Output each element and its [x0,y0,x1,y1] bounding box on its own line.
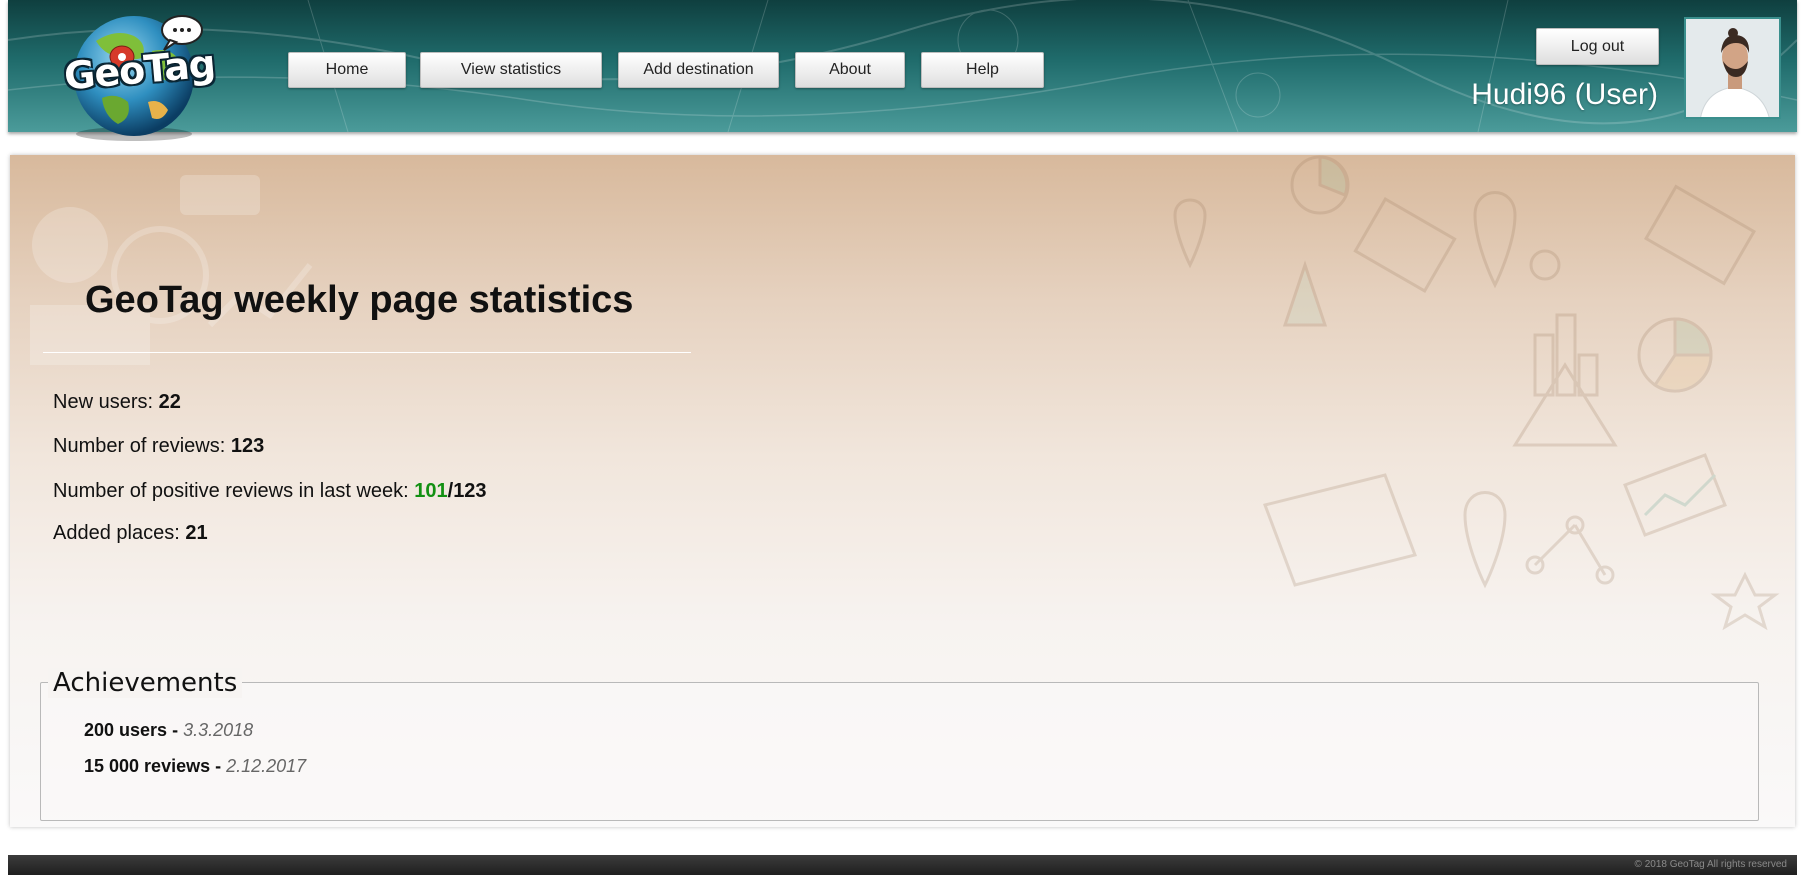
nav-view-statistics-button[interactable]: View statistics [420,52,602,88]
achievement-title: 15 000 reviews - [84,756,227,776]
stat-positive-value: 101 [414,480,448,502]
user-photo-icon [1686,19,1779,117]
stat-positive-reviews: Number of positive reviews in last week:… [53,480,487,503]
achievement-item: 200 users - 3.3.2018 [84,720,253,741]
achievements-legend: Achievements [48,668,243,698]
stat-new-users-value: 22 [158,391,181,413]
footer-copyright: © 2018 GeoTag All rights reserved [1634,859,1787,870]
nav-home-button[interactable]: Home [288,52,406,88]
stat-positive-total: 123 [453,480,487,502]
achievement-date: 2.12.2017 [226,756,307,776]
statistics-panel: GeoTag weekly page statistics New users:… [10,155,1795,827]
avatar[interactable] [1684,17,1781,119]
achievement-date: 3.3.2018 [183,720,254,740]
stat-reviews: Number of reviews: 123 [53,435,264,458]
stat-new-users-label: New users: [53,391,159,413]
stat-new-users: New users: 22 [53,391,181,414]
achievement-item: 15 000 reviews - 2.12.2017 [84,756,306,777]
stat-reviews-label: Number of reviews: [53,435,231,457]
achievement-title: 200 users - [84,720,184,740]
stat-added-places: Added places: 21 [53,522,208,545]
title-divider [43,352,691,353]
stat-places-value: 21 [185,522,208,544]
stat-places-label: Added places: [53,522,186,544]
user-display-name: Hudi96 (User) [1471,78,1658,111]
nav-help-button[interactable]: Help [921,52,1044,88]
page-title: GeoTag weekly page statistics [85,279,634,321]
footer: © 2018 GeoTag All rights reserved [8,855,1797,875]
decorative-charts-icon [30,175,313,365]
stat-reviews-value: 123 [230,435,265,457]
nav-add-destination-button[interactable]: Add destination [618,52,779,88]
decorative-infographic-icon [1173,155,1780,631]
nav-about-button[interactable]: About [795,52,905,88]
achievements-fieldset [40,682,1759,821]
logout-button[interactable]: Log out [1536,28,1659,65]
stat-positive-label: Number of positive reviews in last week: [53,480,415,502]
